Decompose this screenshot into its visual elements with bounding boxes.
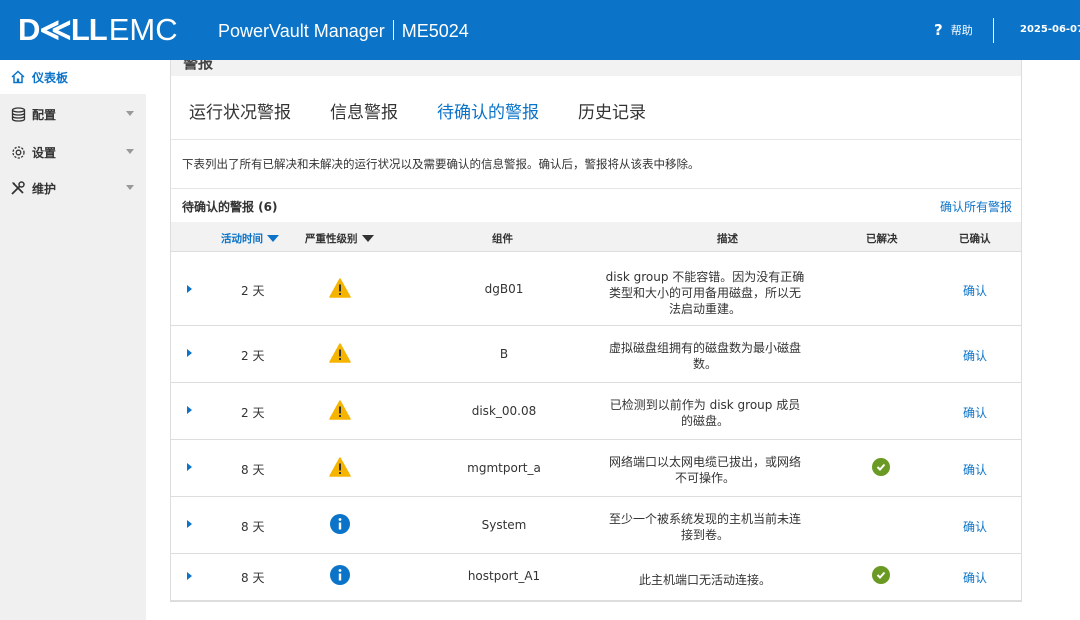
acknowledge-link[interactable]: 确认	[963, 518, 987, 535]
alert-time: 2 天	[241, 349, 265, 363]
info-icon	[330, 565, 350, 588]
warning-icon	[329, 343, 351, 366]
info-icon	[330, 514, 350, 537]
logo-dell: D≪LL	[18, 12, 108, 47]
expand-row-icon[interactable]	[187, 349, 192, 357]
table-row[interactable]: 8 天 System 至少一个被系统发现的主机当前未连接到卷。 确认	[171, 498, 1021, 554]
alert-description: 已检测到以前作为 disk group 成员的磁盘。	[609, 398, 801, 428]
chevron-down-icon[interactable]	[126, 185, 134, 190]
tabs-divider	[171, 139, 1021, 140]
column-header-severity[interactable]: 严重性级别	[305, 231, 374, 246]
column-header-label: 活动时间	[221, 233, 263, 245]
alert-time: 8 天	[241, 463, 265, 477]
sidebar-item-dashboard[interactable]: 仪表板	[0, 60, 146, 94]
sort-desc-icon	[267, 235, 279, 242]
sidebar-item-label: 仪表板	[32, 70, 69, 85]
dell-emc-logo: D≪LL EMC	[18, 12, 178, 48]
alert-description: 网络端口以太网电缆已拔出，或网络不可操作。	[608, 455, 801, 485]
sort-desc-icon	[361, 235, 374, 242]
resolved-check-icon	[872, 458, 890, 476]
database-icon	[10, 106, 26, 122]
acknowledge-link[interactable]: 确认	[963, 347, 987, 364]
panel-title: 警报	[183, 60, 214, 72]
section-title: 待确认的警报 (6)	[182, 200, 278, 214]
table-row[interactable]: 2 天 B 虚拟磁盘组拥有的磁盘数为最小磁盘数。 确认	[171, 327, 1021, 383]
tab-info-alerts[interactable]: 信息警报	[330, 98, 398, 123]
sidebar-item-settings[interactable]: 设置	[0, 135, 146, 169]
expand-row-icon[interactable]	[187, 463, 192, 471]
panel-title-bar: 警报	[170, 60, 1022, 76]
title-separator	[392, 20, 394, 40]
acknowledge-all-link[interactable]: 确认所有警报	[940, 198, 1012, 215]
alert-description: disk group 不能容错。因为没有正确类型和大小的可用备用磁盘，所以无法启…	[605, 270, 805, 316]
help-button[interactable]: ? 帮助	[934, 21, 973, 39]
sidebar-item-label: 维护	[32, 181, 57, 196]
help-label: 帮助	[950, 24, 973, 37]
alert-time: 2 天	[241, 284, 265, 298]
alert-component: System	[481, 518, 527, 532]
expand-row-icon[interactable]	[187, 285, 192, 293]
sidebar-item-label: 配置	[32, 107, 57, 122]
sidebar: 仪表板 配置 设置 维护	[0, 60, 146, 620]
acknowledge-link[interactable]: 确认	[963, 569, 987, 586]
chevron-down-icon[interactable]	[126, 149, 134, 154]
home-icon	[10, 69, 26, 85]
system-name: ME5024	[401, 21, 469, 41]
column-header-resolved[interactable]: 已解决	[866, 231, 898, 246]
tab-health-alerts[interactable]: 运行状况警报	[189, 98, 291, 123]
column-header-label: 严重性级别	[305, 233, 358, 245]
alert-description: 此主机端口无活动连接。	[638, 573, 771, 587]
header-divider	[993, 18, 994, 43]
acknowledge-link[interactable]: 确认	[963, 404, 987, 421]
alert-component: disk_00.08	[471, 404, 537, 418]
alert-component: hostport_A1	[467, 569, 541, 583]
alert-component: mgmtport_a	[467, 461, 541, 475]
panel-description: 下表列出了所有已解决和未解决的运行状况以及需要确认的信息警报。确认后，警报将从该…	[182, 157, 700, 171]
warning-icon	[329, 400, 351, 423]
warning-icon	[329, 278, 351, 301]
help-icon: ?	[934, 21, 943, 39]
alert-component: B	[499, 347, 509, 361]
top-header: D≪LL EMC PowerVault Manager ME5024 ? 帮助 2…	[0, 0, 1080, 60]
chevron-down-icon[interactable]	[126, 111, 134, 116]
acknowledge-link[interactable]: 确认	[963, 461, 987, 478]
table-row[interactable]: 8 天 hostport_A1 此主机端口无活动连接。 确认	[171, 555, 1021, 601]
gear-icon	[10, 144, 26, 160]
tools-icon	[10, 180, 26, 196]
logo-emc: EMC	[108, 12, 178, 47]
resolved-check-icon	[872, 566, 890, 584]
column-header-description[interactable]: 描述	[717, 231, 738, 246]
app-name: PowerVault Manager	[218, 21, 385, 41]
sidebar-item-maintenance[interactable]: 维护	[0, 171, 146, 205]
acknowledge-link[interactable]: 确认	[963, 282, 987, 299]
alert-time: 8 天	[241, 571, 265, 585]
tab-history[interactable]: 历史记录	[578, 98, 646, 123]
table-row[interactable]: 2 天 dgB01 disk group 不能容错。因为没有正确类型和大小的可用…	[171, 253, 1021, 326]
column-header-time[interactable]: 活动时间	[221, 231, 279, 246]
alert-component: dgB01	[484, 282, 524, 296]
app-title: PowerVault Manager ME5024	[218, 20, 469, 42]
expand-row-icon[interactable]	[187, 520, 192, 528]
table-row[interactable]: 8 天 mgmtport_a 网络端口以太网电缆已拔出，或网络不可操作。 确认	[171, 441, 1021, 497]
date-display: 2025-06-07	[1020, 24, 1080, 35]
warning-icon	[329, 457, 351, 480]
alert-description: 至少一个被系统发现的主机当前未连接到卷。	[608, 512, 801, 542]
expand-row-icon[interactable]	[187, 406, 192, 414]
expand-row-icon[interactable]	[187, 572, 192, 580]
column-header-acknowledged[interactable]: 已确认	[959, 231, 991, 246]
alert-time: 2 天	[241, 406, 265, 420]
column-header-component[interactable]: 组件	[492, 231, 513, 246]
alert-time: 8 天	[241, 520, 265, 534]
sidebar-item-label: 设置	[32, 145, 57, 160]
alert-description: 虚拟磁盘组拥有的磁盘数为最小磁盘数。	[608, 341, 801, 371]
table-row[interactable]: 2 天 disk_00.08 已检测到以前作为 disk group 成员的磁盘…	[171, 384, 1021, 440]
sidebar-item-provisioning[interactable]: 配置	[0, 97, 146, 131]
tab-pending-alerts[interactable]: 待确认的警报	[437, 98, 539, 123]
